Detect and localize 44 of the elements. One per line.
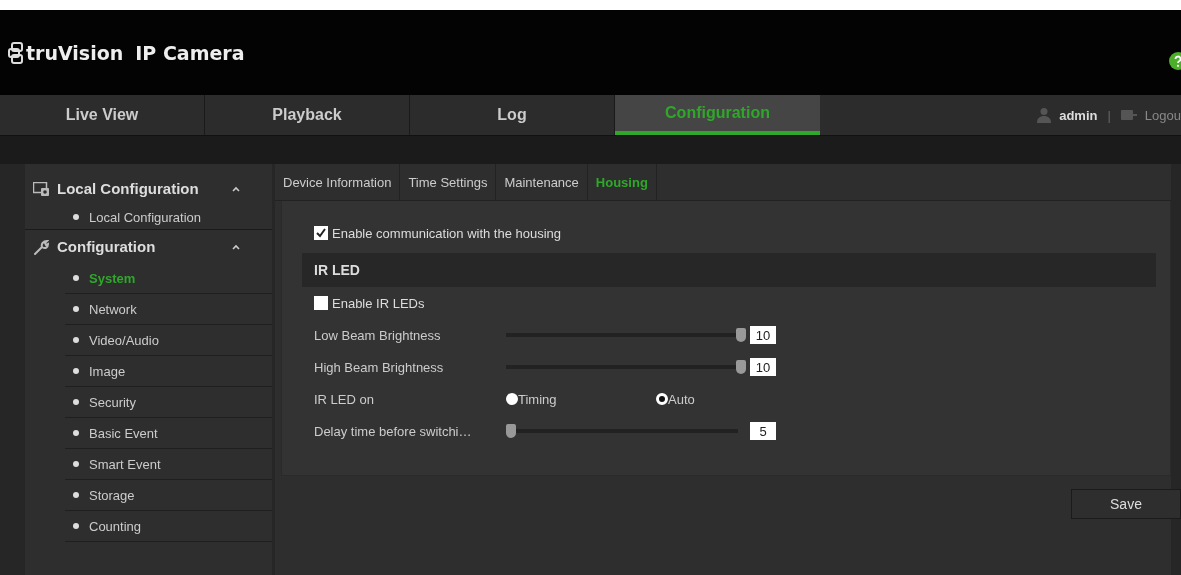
sidebar-item[interactable]: Video/Audio [65, 325, 272, 356]
radio-button[interactable] [656, 393, 668, 405]
help-icon[interactable] [1169, 51, 1181, 70]
brand-name: truVision [26, 41, 124, 64]
field-label: Delay time before switchi… [314, 423, 473, 439]
slider-thumb[interactable] [736, 328, 746, 342]
sidebar-item[interactable]: Image [65, 356, 272, 387]
value-field[interactable]: 10 [750, 326, 776, 344]
sidebar-item[interactable]: Smart Event [65, 449, 272, 480]
value-field[interactable]: 10 [750, 358, 776, 376]
separator: | [1107, 107, 1111, 123]
group-heading[interactable]: Local Configuration [57, 180, 224, 197]
checkbox[interactable] [314, 226, 328, 240]
sidebar-item[interactable]: System [65, 263, 272, 294]
field-label: IR LED on [314, 391, 375, 407]
sidebar-item[interactable]: Basic Event [65, 418, 272, 449]
sidebar-item[interactable]: Storage [65, 480, 272, 511]
value-field[interactable]: 5 [750, 422, 776, 440]
logout-link[interactable]: Logou [1144, 107, 1181, 123]
field-label: High Beam Brightness [314, 359, 445, 375]
username: admin [1059, 107, 1098, 123]
chevron-icon[interactable] [232, 243, 240, 250]
logo-icon [8, 41, 24, 64]
sidebar-item[interactable]: Network [65, 294, 272, 325]
group-heading[interactable]: Configuration [57, 238, 224, 255]
radio-button[interactable] [506, 393, 518, 405]
save-button[interactable]: Save [1071, 489, 1181, 519]
sidebar-item[interactable]: Security [65, 387, 272, 418]
monitor-icon [33, 181, 49, 196]
app-title: IP Camera [135, 41, 245, 64]
slider-thumb[interactable] [506, 424, 516, 438]
user-icon [1037, 107, 1052, 123]
wrench-icon [33, 238, 49, 255]
sidebar-item[interactable]: Local Configuration [25, 205, 272, 230]
chevron-icon[interactable] [232, 185, 240, 192]
radio-label: Timing [518, 391, 557, 407]
radio-label: Auto [668, 391, 695, 407]
checkbox[interactable] [314, 296, 328, 310]
section-header: IR LED [302, 253, 1156, 287]
checkbox-label: Enable communication with the housing [332, 225, 562, 241]
field-label: Low Beam Brightness [314, 327, 442, 343]
checkbox-label: Enable IR LEDs [332, 295, 425, 311]
slider-thumb[interactable] [736, 360, 746, 374]
sidebar-item[interactable]: Counting [65, 511, 272, 542]
